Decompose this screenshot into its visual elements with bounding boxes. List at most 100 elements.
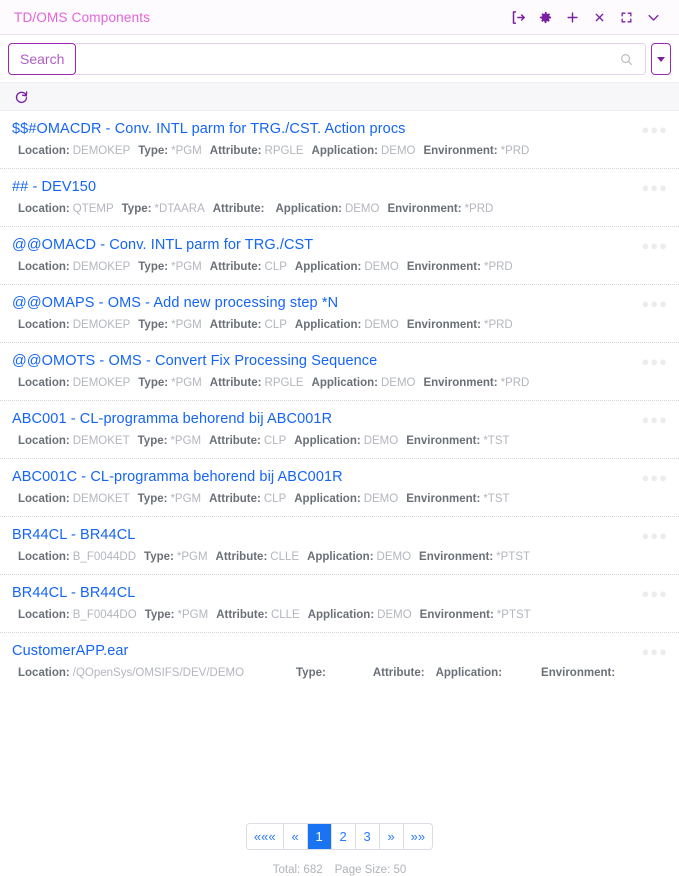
search-input[interactable] bbox=[75, 44, 615, 74]
plus-icon[interactable] bbox=[559, 4, 586, 30]
meta-attribute: Attribute:CLLE bbox=[216, 551, 300, 563]
meta-environment: Environment:*PRD bbox=[407, 261, 513, 273]
meta-type-label: Type: bbox=[122, 203, 152, 215]
list-item[interactable]: BR44CL - BR44CL Location:B_F0044DOType:*… bbox=[0, 575, 679, 633]
meta-application: Application:DEMO bbox=[312, 145, 416, 157]
list-toolbar bbox=[0, 82, 679, 111]
meta-location-value: DEMOKEP bbox=[73, 145, 131, 157]
meta-application-value: DEMO bbox=[377, 609, 412, 621]
fullscreen-icon[interactable] bbox=[613, 4, 640, 30]
meta-environment: Environment:*PRD bbox=[423, 377, 529, 389]
list-item-title: BR44CL - BR44CL bbox=[12, 585, 649, 601]
chevron-down-icon[interactable] bbox=[640, 4, 667, 30]
meta-environment: Environment:*TST bbox=[406, 493, 509, 505]
list-item-menu-icon[interactable]: ●●● bbox=[641, 413, 668, 426]
search-button[interactable]: Search bbox=[8, 43, 76, 75]
meta-type-label: Type: bbox=[138, 261, 168, 273]
meta-location-label: Location: bbox=[18, 435, 70, 447]
list-item-title: ## - DEV150 bbox=[12, 179, 649, 195]
meta-location-label: Location: bbox=[18, 145, 70, 157]
meta-environment-value: *PRD bbox=[484, 261, 513, 273]
meta-attribute-label: Attribute: bbox=[209, 435, 261, 447]
meta-location-value: DEMOKEP bbox=[73, 261, 131, 273]
meta-environment-label: Environment: bbox=[419, 551, 493, 563]
search-options-dropdown-button[interactable] bbox=[651, 43, 671, 75]
pager-first[interactable]: ««« bbox=[247, 824, 284, 849]
pager-last[interactable]: »» bbox=[404, 824, 432, 849]
meta-type-value: *PGM bbox=[171, 261, 202, 273]
list-item[interactable]: @@OMAPS - OMS - Add new processing step … bbox=[0, 285, 679, 343]
meta-attribute-value: CLLE bbox=[270, 551, 299, 563]
pager-prev[interactable]: « bbox=[284, 824, 308, 849]
meta-location-label: Location: bbox=[18, 203, 70, 215]
meta-location: Location:DEMOKET bbox=[18, 493, 130, 505]
pager-page-1[interactable]: 1 bbox=[308, 824, 332, 849]
list-item[interactable]: CustomerAPP.ear Location:/QOpenSys/OMSIF… bbox=[0, 633, 679, 690]
meta-environment: Environment:*PRD bbox=[407, 319, 513, 331]
refresh-icon[interactable] bbox=[12, 88, 30, 106]
gear-icon[interactable] bbox=[532, 4, 559, 30]
meta-type-value: *PGM bbox=[171, 319, 202, 331]
meta-environment-value: *PTST bbox=[496, 551, 530, 563]
meta-application-label: Application: bbox=[312, 145, 378, 157]
meta-location: Location:B_F0044DO bbox=[18, 609, 137, 621]
meta-environment-value: *PTST bbox=[497, 609, 531, 621]
meta-attribute-value: CLLE bbox=[271, 609, 300, 621]
meta-location: Location:DEMOKEP bbox=[18, 319, 130, 331]
meta-application: Application:DEMO bbox=[295, 319, 399, 331]
list-item[interactable]: $$#OMACDR - Conv. INTL parm for TRG./CST… bbox=[0, 111, 679, 169]
meta-type: Type:*PGM bbox=[138, 261, 202, 273]
meta-environment: Environment:*PRD bbox=[387, 203, 493, 215]
meta-attribute-label: Attribute: bbox=[209, 493, 261, 505]
pagination-area: ««« « 1 2 3 » »» Total: 682 Page Size: 5… bbox=[0, 811, 679, 876]
list-item-menu-icon[interactable]: ●●● bbox=[641, 123, 668, 136]
meta-attribute-value: RPGLE bbox=[265, 145, 304, 157]
meta-attribute-label: Attribute: bbox=[210, 377, 262, 389]
list-item-menu-icon[interactable]: ●●● bbox=[641, 181, 668, 194]
list-item-menu-icon[interactable]: ●●● bbox=[641, 645, 668, 658]
pagination-status: Total: 682 Page Size: 50 bbox=[273, 864, 406, 876]
meta-application: Application:DEMO bbox=[276, 203, 380, 215]
list-item[interactable]: ABC001 - CL-programma behorend bij ABC00… bbox=[0, 401, 679, 459]
pager-next[interactable]: » bbox=[380, 824, 404, 849]
meta-location-label: Location: bbox=[18, 551, 70, 563]
list-item-menu-icon[interactable]: ●●● bbox=[641, 239, 668, 252]
list-item[interactable]: @@OMOTS - OMS - Convert Fix Processing S… bbox=[0, 343, 679, 401]
list-item[interactable]: @@OMACD - Conv. INTL parm for TRG./CST L… bbox=[0, 227, 679, 285]
list-item-menu-icon[interactable]: ●●● bbox=[641, 297, 668, 310]
list-item[interactable]: ABC001C - CL-programma behorend bij ABC0… bbox=[0, 459, 679, 517]
list-item-meta: Location:B_F0044DDType:*PGMAttribute:CLL… bbox=[12, 551, 649, 563]
meta-application: Application:DEMO bbox=[295, 261, 399, 273]
pager-page-3[interactable]: 3 bbox=[356, 824, 380, 849]
meta-application-label: Application: bbox=[308, 609, 374, 621]
list-item-menu-icon[interactable]: ●●● bbox=[641, 587, 668, 600]
meta-application-value: DEMO bbox=[364, 493, 399, 505]
total-count-label: Total: 682 bbox=[273, 864, 323, 876]
page-size-label: Page Size: 50 bbox=[335, 864, 407, 876]
meta-location: Location:/QOpenSys/OMSIFS/DEV/DEMO bbox=[18, 667, 244, 679]
meta-environment-label: Environment: bbox=[387, 203, 461, 215]
list-item-menu-icon[interactable]: ●●● bbox=[641, 471, 668, 484]
search-icon[interactable] bbox=[615, 48, 637, 70]
meta-location-value: B_F0044DO bbox=[73, 609, 137, 621]
meta-environment-label: Environment: bbox=[406, 493, 480, 505]
list-item[interactable]: ## - DEV150 Location:QTEMPType:*DTAARAAt… bbox=[0, 169, 679, 227]
pager-page-2[interactable]: 2 bbox=[332, 824, 356, 849]
meta-application: Application:DEMO bbox=[308, 609, 412, 621]
list-item[interactable]: BR44CL - BR44CL Location:B_F0044DDType:*… bbox=[0, 517, 679, 575]
meta-environment-label: Environment: bbox=[407, 319, 481, 331]
meta-application-value: DEMO bbox=[364, 435, 399, 447]
export-icon[interactable] bbox=[505, 4, 532, 30]
list-item-title: BR44CL - BR44CL bbox=[12, 527, 649, 543]
close-icon[interactable] bbox=[586, 4, 613, 30]
meta-type: Type:*PGM bbox=[138, 377, 202, 389]
meta-location-value: DEMOKET bbox=[73, 493, 130, 505]
meta-application-value: DEMO bbox=[381, 145, 416, 157]
meta-environment-value: *PRD bbox=[501, 145, 530, 157]
meta-environment-label: Environment: bbox=[407, 261, 481, 273]
list-item-menu-icon[interactable]: ●●● bbox=[641, 529, 668, 542]
list-item-menu-icon[interactable]: ●●● bbox=[641, 355, 668, 368]
meta-application-label: Application: bbox=[294, 435, 360, 447]
meta-environment-label: Environment: bbox=[541, 667, 615, 679]
meta-location: Location:QTEMP bbox=[18, 203, 114, 215]
